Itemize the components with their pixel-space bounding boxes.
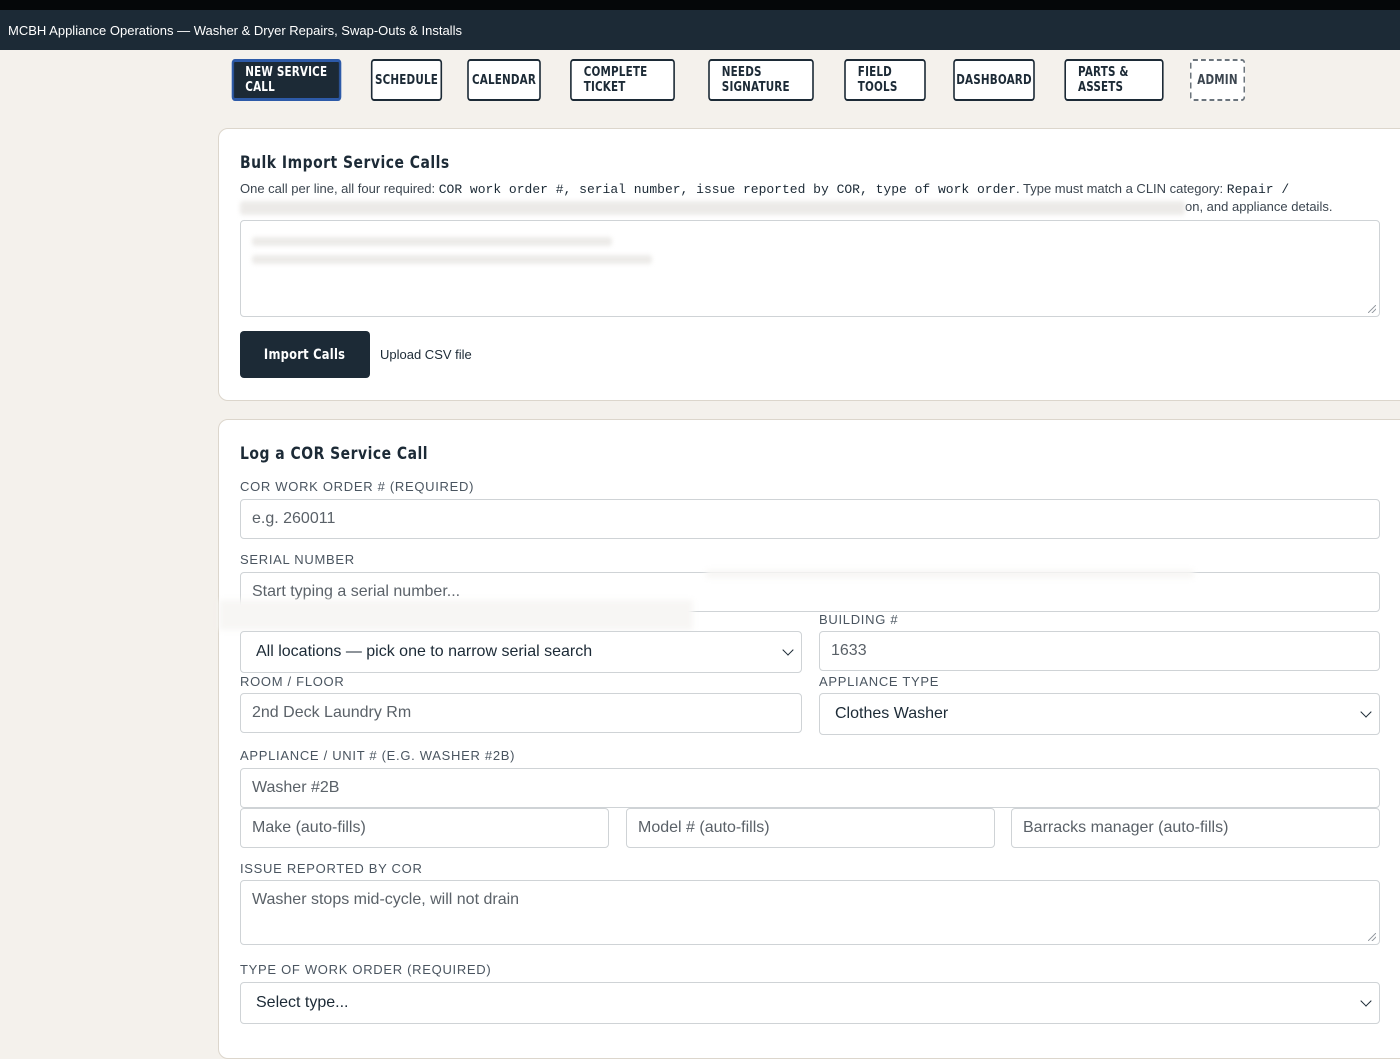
redacted-patch (706, 570, 1194, 578)
appliance-type-label: Appliance Type (819, 674, 940, 689)
log-service-call-card: Log a COR Service Call COR Work Order # … (218, 419, 1400, 1059)
work-order-label: COR Work Order # (Required) (240, 479, 475, 494)
import-calls-button[interactable]: Import Calls (240, 331, 370, 378)
log-service-call-title: Log a COR Service Call (240, 444, 429, 464)
barracks-manager-input[interactable]: Barracks manager (auto-fills) (1011, 808, 1380, 848)
location-select[interactable]: All locations — pick one to narrow seria… (240, 631, 802, 673)
tab-schedule[interactable]: Schedule (370, 59, 443, 101)
bulk-import-card: Bulk Import Service Calls One call per l… (218, 128, 1400, 401)
tab-field-tools[interactable]: Field Tools (844, 59, 926, 101)
resize-handle-icon[interactable] (1368, 933, 1376, 941)
work-order-input[interactable]: e.g. 260011 (240, 499, 1380, 539)
redacted-example-line-2 (252, 255, 652, 264)
help-middle: . Type must match a CLIN category: (1016, 181, 1227, 196)
location-select-value: All locations — pick one to narrow seria… (256, 643, 593, 660)
bulk-import-help: One call per line, all four required: CO… (240, 180, 1355, 215)
tab-calendar[interactable]: Calendar (467, 59, 541, 101)
appliance-type-select[interactable]: Clothes Washer (819, 693, 1380, 735)
building-label: Building # (819, 612, 899, 627)
bulk-import-textarea[interactable] (240, 220, 1380, 317)
room-floor-label: Room / Floor (240, 674, 345, 689)
app-title: MCBH Appliance Operations — Washer & Dry… (8, 22, 462, 38)
tab-new-service-call[interactable]: New Service Call (231, 59, 342, 101)
app-header: MCBH Appliance Operations — Washer & Dry… (0, 10, 1400, 50)
work-order-type-label: Type of Work Order (Required) (240, 962, 492, 977)
issue-text: Washer stops mid-cycle, will not drain (252, 891, 520, 908)
issue-label: Issue Reported by COR (240, 861, 423, 876)
serial-number-label: Serial Number (240, 552, 355, 567)
help-fields: COR work order #, serial number, issue r… (438, 182, 1017, 197)
tab-admin[interactable]: Admin (1189, 59, 1246, 101)
unit-input[interactable]: Washer #2B (240, 768, 1380, 808)
work-order-type-select[interactable]: Select type... (240, 982, 1380, 1024)
tab-parts-assets[interactable]: Parts & Assets (1064, 59, 1164, 101)
redacted-location-label (219, 600, 693, 630)
window-top-strip (0, 0, 1400, 10)
help-category: Repair / (1226, 182, 1290, 197)
room-floor-input[interactable]: 2nd Deck Laundry Rm (240, 693, 802, 733)
tab-dashboard[interactable]: Dashboard (953, 59, 1035, 101)
chevron-down-icon (782, 644, 794, 656)
appliance-type-value: Clothes Washer (835, 705, 949, 722)
main-nav: New Service Call Schedule Calendar Compl… (218, 59, 1252, 101)
chevron-down-icon (1360, 995, 1372, 1007)
tab-needs-signature[interactable]: Needs Signature (708, 59, 814, 101)
redacted-example-line-1 (252, 237, 612, 246)
work-order-type-value: Select type... (256, 994, 349, 1011)
model-input[interactable]: Model # (auto-fills) (626, 808, 995, 848)
make-input[interactable]: Make (auto-fills) (240, 808, 609, 848)
bulk-import-title: Bulk Import Service Calls (240, 153, 450, 173)
help-prefix: One call per line, all four required: (240, 181, 439, 196)
tab-complete-ticket[interactable]: Complete Ticket (570, 59, 675, 101)
resize-handle-icon[interactable] (1368, 305, 1376, 313)
chevron-down-icon (1360, 706, 1372, 718)
upload-csv-link[interactable]: Upload CSV file (380, 347, 472, 362)
issue-textarea[interactable]: Washer stops mid-cycle, will not drain (240, 880, 1380, 945)
redacted-help-text (240, 200, 1185, 215)
unit-label: Appliance / Unit # (e.g. Washer #2B) (240, 748, 516, 763)
building-input[interactable]: 1633 (819, 631, 1380, 671)
help-suffix: on, and appliance details. (1185, 199, 1333, 214)
